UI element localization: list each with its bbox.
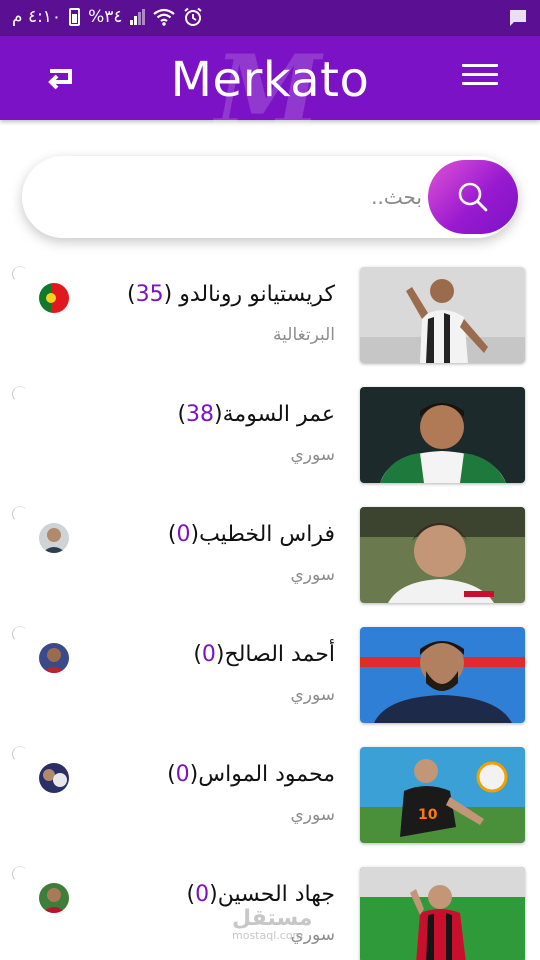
transfer-count: 0 bbox=[175, 762, 190, 787]
player-nationality: البرتغالية bbox=[273, 325, 335, 345]
list-item[interactable]: فراس الخطيب(0) سوري bbox=[0, 502, 540, 606]
loading-icon bbox=[12, 386, 28, 402]
app-title: Merkato bbox=[170, 52, 370, 108]
loading-icon bbox=[12, 866, 28, 882]
club-badge bbox=[39, 763, 69, 793]
loading-icon bbox=[12, 746, 28, 762]
search-input[interactable] bbox=[52, 176, 422, 218]
transfer-count: 0 bbox=[195, 882, 210, 907]
player-photo bbox=[360, 867, 525, 960]
player-name: فراس الخطيب(0) bbox=[167, 522, 335, 547]
message-icon bbox=[510, 10, 526, 26]
signal-icon bbox=[130, 9, 146, 25]
player-name: أحمد الصالح(0) bbox=[193, 642, 335, 667]
search-bar bbox=[22, 156, 518, 238]
player-name: كريستيانو رونالدو (35) bbox=[127, 282, 335, 307]
list-item[interactable]: أحمد الصالح(0) سوري bbox=[0, 622, 540, 726]
transfer-count: 38 bbox=[186, 402, 215, 427]
player-name: جهاد الحسين(0) bbox=[186, 882, 335, 907]
player-photo bbox=[360, 627, 525, 723]
player-nationality: سوري bbox=[290, 565, 335, 585]
nationality-flag bbox=[39, 283, 69, 313]
status-info: ٤:١٠ م %٣٤ bbox=[12, 7, 203, 27]
list-item[interactable]: 10 محمود المواس(0) سوري bbox=[0, 742, 540, 846]
battery-percent: %٣٤ bbox=[88, 7, 123, 27]
club-badge bbox=[39, 643, 69, 673]
status-bar: ٤:١٠ م %٣٤ bbox=[0, 0, 540, 36]
transfer-count: 0 bbox=[176, 522, 191, 547]
menu-button[interactable] bbox=[462, 64, 498, 94]
app-bar: M Merkato bbox=[0, 34, 540, 147]
status-time: ٤:١٠ م bbox=[12, 7, 62, 27]
loading-icon bbox=[12, 626, 28, 642]
return-arrow-icon bbox=[48, 69, 72, 90]
app-logo: M Merkato bbox=[170, 34, 370, 147]
club-badge bbox=[39, 883, 69, 913]
player-nationality: سوري bbox=[290, 805, 335, 825]
alarm-icon bbox=[184, 7, 203, 26]
player-nationality: سوري bbox=[290, 685, 335, 705]
watermark-latin: mostaql.com bbox=[232, 929, 304, 942]
watermark: مستقل mostaql.com bbox=[232, 906, 312, 942]
transfer-count: 0 bbox=[201, 642, 216, 667]
loading-icon bbox=[12, 266, 28, 282]
loading-icon bbox=[12, 506, 28, 522]
player-photo bbox=[360, 267, 525, 363]
player-nationality: سوري bbox=[290, 445, 335, 465]
player-name: عمر السومة(38) bbox=[177, 402, 335, 427]
player-name: محمود المواس(0) bbox=[167, 762, 335, 787]
transfer-count: 35 bbox=[135, 282, 164, 307]
list-item[interactable]: كريستيانو رونالدو (35) البرتغالية bbox=[0, 262, 540, 366]
watermark-arabic: مستقل bbox=[232, 906, 313, 931]
notification-area bbox=[508, 8, 528, 32]
player-photo: 10 bbox=[360, 747, 525, 843]
club-badge bbox=[39, 523, 69, 553]
battery-icon bbox=[69, 8, 81, 26]
wifi-icon bbox=[153, 8, 176, 26]
svg-text:10: 10 bbox=[418, 807, 438, 823]
player-photo bbox=[360, 387, 525, 483]
search-icon bbox=[458, 182, 488, 212]
player-photo bbox=[360, 507, 525, 603]
hamburger-icon bbox=[462, 64, 498, 85]
search-button[interactable] bbox=[428, 160, 518, 234]
back-button[interactable] bbox=[40, 62, 80, 94]
list-item[interactable]: عمر السومة(38) سوري bbox=[0, 382, 540, 486]
